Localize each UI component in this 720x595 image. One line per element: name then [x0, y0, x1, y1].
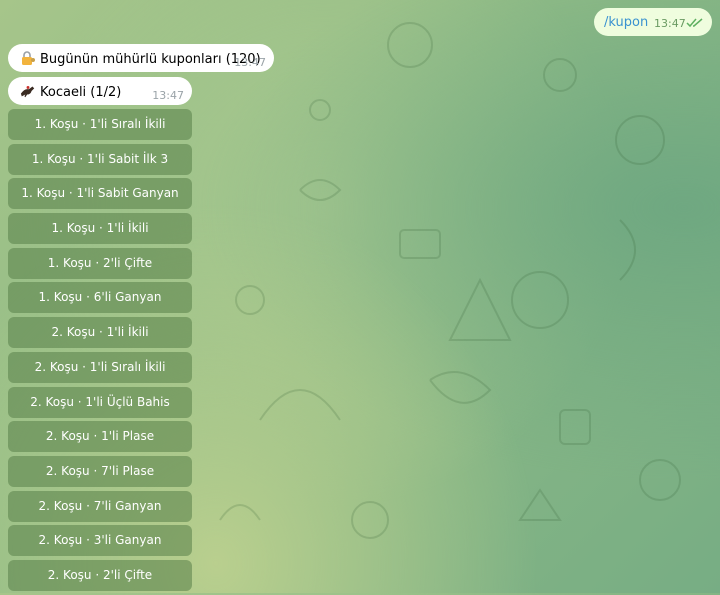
inline-keyboard: 1. Koşu · 1'li Sıralı İkili 1. Koşu · 1'… — [8, 109, 192, 595]
keyboard-button[interactable]: 1. Koşu · 2'li Çifte — [8, 247, 192, 279]
message-time: 13:47 — [152, 89, 184, 102]
keyboard-button[interactable]: 2. Koşu · 1'li İkili — [8, 317, 192, 349]
keyboard-button[interactable]: 2. Koşu · 1'li Sıralı İkili — [8, 351, 192, 383]
keyboard-button[interactable]: 2. Koşu · 1'li Plase — [8, 421, 192, 453]
keyboard-button[interactable]: 2. Koşu · 1'li Üçlü Bahis — [8, 386, 192, 418]
keyboard-button[interactable]: 2. Koşu · 7'li Plase — [8, 455, 192, 487]
double-check-icon — [686, 18, 703, 28]
lock-with-key-icon — [22, 51, 35, 65]
keyboard-button[interactable]: 1. Koşu · 1'li Sıralı İkili — [8, 109, 192, 140]
message-text: Kocaeli (1/2) — [40, 85, 122, 100]
keyboard-button[interactable]: 1. Koşu · 1'li Sabit Ganyan — [8, 178, 192, 210]
keyboard-button[interactable]: 1. Koşu · 6'li Ganyan — [8, 282, 192, 314]
message-text[interactable]: /kupon — [604, 15, 648, 30]
message-time: 13:47 — [654, 17, 686, 30]
horse-racing-icon — [20, 86, 35, 98]
keyboard-button[interactable]: 2. Koşu · 3'li Ganyan — [8, 525, 192, 557]
message-time: 13:47 — [234, 56, 266, 69]
keyboard-button[interactable]: 2. Koşu · 2'li Çifte — [8, 559, 192, 591]
outgoing-message: /kupon 13:47 — [594, 8, 712, 36]
keyboard-button[interactable]: 2. Koşu · 7'li Ganyan — [8, 490, 192, 522]
incoming-message: Bugünün mühürlü kuponları (120) 13:47 — [8, 44, 274, 72]
incoming-message: Kocaeli (1/2) 13:47 — [8, 77, 192, 105]
keyboard-button[interactable]: 1. Koşu · 1'li Sabit İlk 3 — [8, 143, 192, 175]
keyboard-button[interactable]: 1. Koşu · 1'li İkili — [8, 213, 192, 245]
message-text: Bugünün mühürlü kuponları (120) — [40, 52, 261, 67]
